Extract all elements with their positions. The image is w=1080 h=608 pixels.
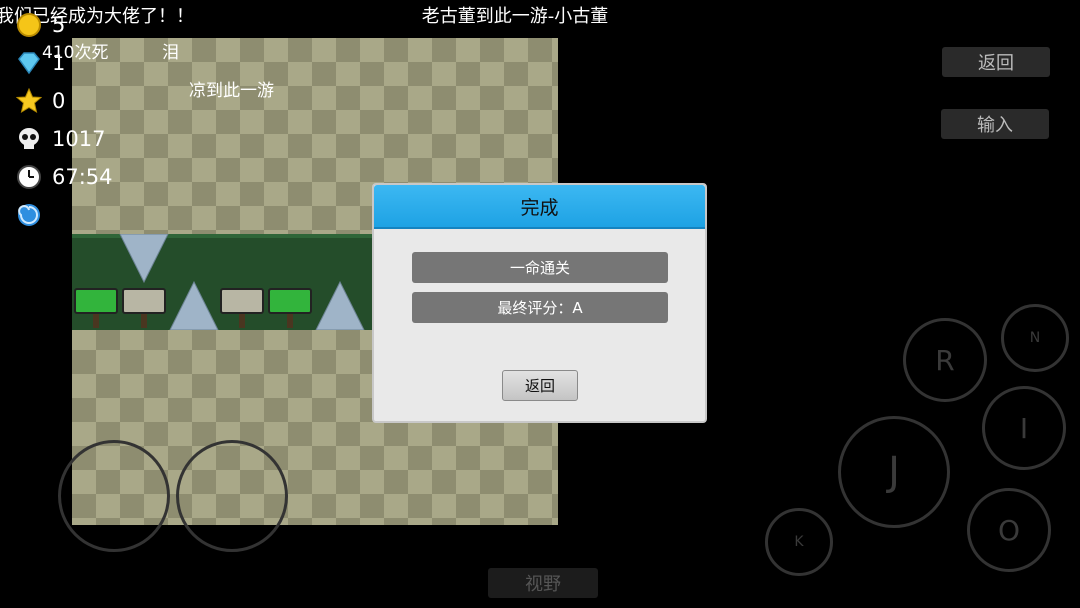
hud-coins: 5 (16, 10, 65, 40)
sign-post (141, 314, 147, 328)
swirl-icon (16, 202, 42, 228)
level-caption: 凉到此一游 (189, 81, 274, 101)
i-button[interactable]: I (982, 386, 1066, 470)
n-button[interactable]: N (1001, 304, 1069, 372)
k-button[interactable]: K (765, 508, 833, 576)
clock-icon (16, 164, 42, 190)
sign-post (239, 314, 245, 328)
play-time: 67:54 (52, 165, 113, 189)
death-count: 1017 (52, 127, 106, 151)
level-title: 老古董到此一游-小古董 (421, 6, 609, 27)
one-life-clear-label: 一命通关 (412, 252, 668, 283)
o-button[interactable]: O (967, 488, 1051, 572)
hud-deaths: 1017 (16, 124, 105, 154)
view-button[interactable]: 视野 (488, 568, 598, 598)
star-icon (16, 88, 42, 114)
completion-dialog: 完成 一命通关 最终评分：A 返回 (372, 183, 707, 423)
hud-time: 67:54 (16, 162, 113, 192)
coin-count: 5 (52, 13, 66, 37)
dpad-right[interactable] (176, 440, 288, 552)
level-caption: 410次死 (42, 43, 109, 63)
sign-board (220, 288, 264, 314)
level-caption: 泪 (162, 43, 179, 63)
star-count: 0 (52, 89, 66, 113)
sign-board (122, 288, 166, 314)
sign-post (287, 314, 293, 328)
diamond-icon (16, 50, 42, 76)
j-button[interactable]: J (838, 416, 950, 528)
floor-spike (169, 280, 219, 330)
sign-board (268, 288, 312, 314)
ceiling-spike (119, 234, 169, 284)
dpad-left[interactable] (58, 440, 170, 552)
skull-icon (16, 126, 42, 152)
sign-board (74, 288, 118, 314)
r-button[interactable]: R (903, 318, 987, 402)
dialog-title: 完成 (374, 185, 705, 229)
hud-stars: 0 (16, 86, 65, 116)
dialog-back-button[interactable]: 返回 (502, 370, 578, 401)
coin-icon (16, 12, 42, 38)
input-button[interactable]: 输入 (941, 109, 1049, 139)
final-score-label: 最终评分：A (412, 292, 668, 323)
sign-post (93, 314, 99, 328)
hud-portal (16, 200, 42, 230)
back-button[interactable]: 返回 (942, 47, 1050, 77)
floor-spike (315, 280, 365, 330)
